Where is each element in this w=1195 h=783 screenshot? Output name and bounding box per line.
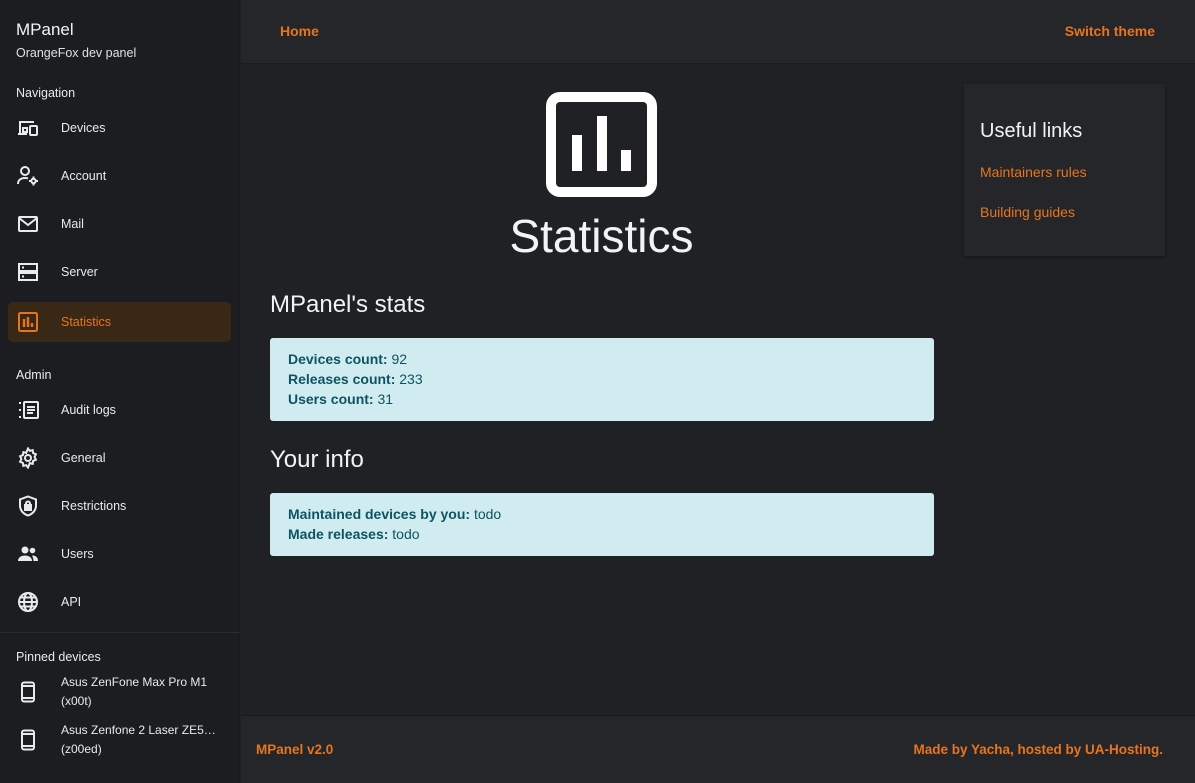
sidebar-item-devices[interactable]: Devices — [8, 108, 231, 148]
main-content: Statistics MPanel's stats Devices count:… — [241, 65, 1195, 715]
account-settings-icon — [17, 165, 39, 187]
brand: MPanel OrangeFox dev panel — [0, 0, 239, 78]
sidebar-item-label: Server — [61, 265, 98, 279]
sidebar: MPanel OrangeFox dev panel Navigation De… — [0, 0, 240, 783]
mail-icon — [17, 213, 39, 235]
admin-section-label: Admin — [16, 368, 52, 382]
sidebar-item-account[interactable]: Account — [8, 156, 231, 196]
made-releases-value: todo — [392, 526, 420, 542]
footer: MPanel v2.0 Made by Yacha, hosted by UA-… — [241, 715, 1195, 783]
phone-icon — [17, 681, 39, 703]
users-icon — [17, 543, 39, 565]
devices-count-row: Devices count: 92 — [288, 349, 916, 369]
your-info-box: Maintained devices by you: todo Made rel… — [270, 493, 934, 556]
made-releases-row: Made releases: todo — [288, 524, 916, 544]
switch-theme-button[interactable]: Switch theme — [1065, 23, 1155, 39]
pinned-device-code: (z00ed) — [61, 742, 102, 756]
pinned-device-item[interactable]: Asus Zenfone 2 Laser ZE5… (z00ed) — [8, 718, 231, 762]
pinned-device-code: (x00t) — [61, 694, 92, 708]
building-guides-link[interactable]: Building guides — [980, 204, 1149, 220]
pinned-device-text: Asus Zenfone 2 Laser ZE5… (z00ed) — [61, 721, 226, 759]
pinned-device-name: Asus Zenfone 2 Laser ZE5… — [61, 723, 216, 737]
sidebar-item-statistics[interactable]: Statistics — [8, 302, 231, 342]
releases-count-row: Releases count: 233 — [288, 369, 916, 389]
version-label: MPanel v2.0 — [256, 742, 334, 757]
sidebar-item-audit-logs[interactable]: Audit logs — [8, 390, 231, 430]
devices-icon — [17, 117, 39, 139]
home-link[interactable]: Home — [280, 23, 319, 39]
sidebar-item-restrictions[interactable]: Restrictions — [8, 486, 231, 526]
statistics-icon — [546, 92, 657, 197]
sidebar-item-api[interactable]: API — [8, 582, 231, 622]
gear-icon — [17, 447, 39, 469]
statistics-icon — [17, 311, 39, 333]
stats-heading: MPanel's stats — [270, 291, 426, 318]
pinned-section-label: Pinned devices — [16, 650, 101, 664]
pinned-device-item[interactable]: Asus ZenFone Max Pro M1 (x00t) — [8, 670, 231, 714]
sidebar-item-label: Account — [61, 169, 107, 183]
sidebar-item-label: Devices — [61, 121, 106, 135]
sidebar-item-label: API — [61, 595, 82, 609]
app-subtitle: OrangeFox dev panel — [16, 46, 137, 60]
sidebar-item-label: Mail — [61, 217, 84, 231]
audit-logs-icon — [17, 399, 39, 421]
sidebar-item-label: Audit logs — [61, 403, 116, 417]
sidebar-item-users[interactable]: Users — [8, 534, 231, 574]
sidebar-item-general[interactable]: General — [8, 438, 231, 478]
devices-count-value: 92 — [391, 351, 408, 367]
maintained-devices-label: Maintained devices by you: — [288, 506, 471, 522]
releases-count-label: Releases count: — [288, 371, 396, 387]
sidebar-divider — [0, 632, 240, 633]
devices-count-label: Devices count: — [288, 351, 388, 367]
pinned-device-text: Asus ZenFone Max Pro M1 (x00t) — [61, 673, 226, 711]
page-title: Statistics — [509, 210, 694, 262]
users-count-value: 31 — [377, 391, 394, 407]
sidebar-item-mail[interactable]: Mail — [8, 204, 231, 244]
made-releases-label: Made releases: — [288, 526, 389, 542]
useful-links-title: Useful links — [980, 120, 1083, 142]
credits-text: Made by Yacha, hosted by UA-Hosting. — [913, 742, 1163, 757]
sidebar-item-label: Users — [61, 547, 94, 561]
maintainers-rules-link[interactable]: Maintainers rules — [980, 164, 1149, 180]
sidebar-item-label: Restrictions — [61, 499, 127, 513]
sidebar-item-label: General — [61, 451, 106, 465]
releases-count-value: 233 — [399, 371, 423, 387]
sidebar-item-server[interactable]: Server — [8, 252, 231, 292]
navigation-section-label: Navigation — [16, 86, 76, 100]
server-icon — [17, 261, 39, 283]
useful-links-card: Useful links Maintainers rules Building … — [964, 84, 1165, 256]
maintained-devices-row: Maintained devices by you: todo — [288, 504, 916, 524]
sidebar-item-label: Statistics — [61, 315, 112, 329]
shield-lock-icon — [17, 495, 39, 517]
maintained-devices-value: todo — [473, 506, 502, 522]
stats-box: Devices count: 92 Releases count: 233 Us… — [270, 338, 934, 421]
app-title: MPanel — [16, 20, 74, 39]
pinned-device-name: Asus ZenFone Max Pro M1 — [61, 675, 208, 689]
users-count-label: Users count: — [288, 391, 374, 407]
globe-icon — [17, 591, 39, 613]
users-count-row: Users count: 31 — [288, 389, 916, 409]
top-bar: Home Switch theme — [241, 0, 1195, 64]
phone-icon — [17, 729, 39, 751]
your-info-heading: Your info — [270, 446, 364, 473]
